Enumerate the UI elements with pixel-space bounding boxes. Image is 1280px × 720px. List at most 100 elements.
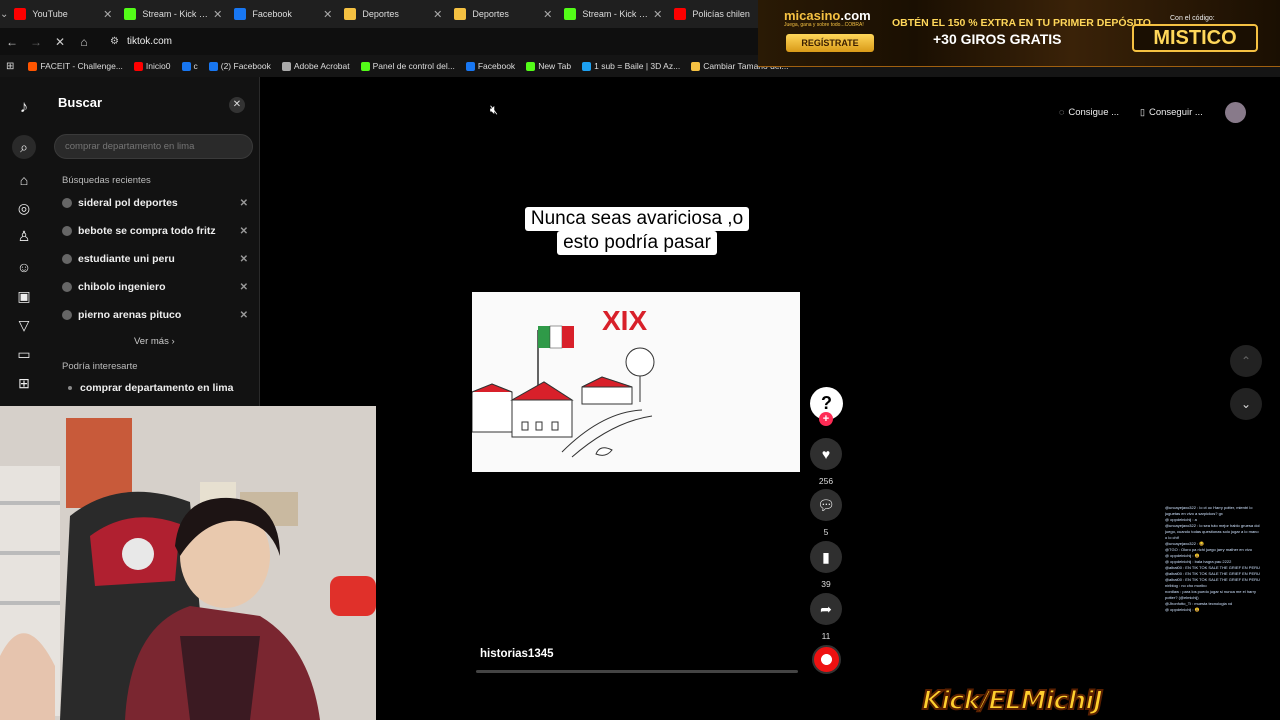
music-disc-icon[interactable] <box>812 645 841 674</box>
browser-tab[interactable]: Deportes ✕ <box>448 1 558 27</box>
browser-tab[interactable]: Deportes ✕ <box>338 1 448 27</box>
upload-icon[interactable]: ▽ <box>14 315 34 335</box>
get-app-button[interactable]: ▯ Conseguir ... <box>1140 100 1203 124</box>
comment-icon[interactable]: 💬︎ <box>810 489 842 521</box>
chevron-up-icon[interactable]: ⌃ <box>1230 345 1262 377</box>
bookmark-favicon-icon <box>208 61 218 71</box>
favicon-icon <box>454 8 467 20</box>
like-action[interactable]: ♥ 256 <box>810 438 842 486</box>
remove-icon[interactable]: ✕ <box>240 254 248 265</box>
search-panel: Buscar ✕ Búsquedas recientes sideral pol… <box>48 77 260 407</box>
reload-icon[interactable]: ✕ <box>48 35 72 49</box>
favicon-icon <box>14 8 27 20</box>
recent-search-item[interactable]: chibolo ingeniero ✕ <box>62 279 248 295</box>
save-action[interactable]: ▮ 39 <box>810 541 842 589</box>
bookmark-item[interactable]: New Tab <box>526 61 571 71</box>
browser-tab[interactable]: Stream - Kick Das ✕ <box>558 1 668 27</box>
favicon-icon <box>344 8 357 20</box>
close-icon[interactable]: ✕ <box>229 97 245 113</box>
history-icon <box>62 310 72 320</box>
search-icon[interactable]: ⌕ <box>12 135 36 159</box>
suggestions-heading: Podría interesarte <box>62 361 138 372</box>
favicon-icon <box>234 8 247 20</box>
bookmark-item[interactable]: c <box>181 61 198 71</box>
bookmark-favicon-icon <box>281 61 291 71</box>
tab-search-icon[interactable]: ⌄ <box>0 9 8 20</box>
bookmark-item[interactable]: Panel de control del... <box>360 61 455 71</box>
share-action[interactable]: ➦ 11 <box>810 593 842 641</box>
profile-avatar[interactable] <box>1225 102 1246 123</box>
video-caption: Nunca seas avariciosa ,o esto podría pas… <box>508 207 766 255</box>
bookmark-item[interactable]: Inicio0 <box>133 61 171 71</box>
bookmark-item[interactable]: Adobe Acrobat <box>281 61 350 71</box>
video-username[interactable]: historias1345 <box>480 648 554 660</box>
recent-search-item[interactable]: pierno arenas pituco ✕ <box>62 307 248 323</box>
home-icon[interactable]: ⌂ <box>14 170 34 190</box>
tiktok-logo-icon[interactable]: ♪ <box>14 97 34 117</box>
recent-search-item[interactable]: sideral pol deportes ✕ <box>62 195 248 211</box>
apps-icon[interactable]: ⊞ <box>6 61 14 72</box>
close-icon[interactable]: ✕ <box>323 8 332 21</box>
casino-ad-banner[interactable]: micasino.com Juega, gana y sobre todo...… <box>758 0 1280 67</box>
add-icon[interactable]: ⊞ <box>14 373 34 393</box>
follow-button[interactable]: + <box>819 412 833 426</box>
bookmark-item[interactable]: FACEIT - Challenge... <box>28 61 123 71</box>
share-icon[interactable]: ➦ <box>810 593 842 625</box>
chevron-down-icon[interactable]: ⌄ <box>1230 388 1262 420</box>
search-input[interactable] <box>54 134 253 159</box>
remove-icon[interactable]: ✕ <box>240 226 248 237</box>
remove-icon[interactable]: ✕ <box>240 198 248 209</box>
ad-logo: micasino.com <box>784 8 871 23</box>
close-icon[interactable]: ✕ <box>103 8 112 21</box>
forward-icon[interactable]: → <box>24 35 48 49</box>
ad-register-button[interactable]: REGÍSTRATE <box>786 34 874 52</box>
home-icon[interactable]: ⌂ <box>72 35 96 49</box>
friends-icon[interactable]: ☺ <box>14 257 34 277</box>
close-icon[interactable]: ✕ <box>433 8 442 21</box>
share-count: 11 <box>821 631 831 641</box>
recent-search-item[interactable]: bebote se compra todo fritz ✕ <box>62 223 248 239</box>
browser-tab[interactable]: YouTube ✕ <box>8 1 118 27</box>
bookmark-icon[interactable]: ▮ <box>810 541 842 573</box>
bookmark-item[interactable]: Facebook <box>465 61 515 71</box>
favicon-icon <box>124 8 137 20</box>
recent-searches-heading: Búsquedas recientes <box>62 175 151 186</box>
ad-tagline: Juega, gana y sobre todo...COBRA! <box>784 22 864 28</box>
bookmark-favicon-icon <box>582 61 592 71</box>
remove-icon[interactable]: ✕ <box>240 282 248 293</box>
following-icon[interactable]: ♙ <box>14 226 34 246</box>
comment-action[interactable]: 💬︎ 5 <box>810 489 842 537</box>
explore-icon[interactable]: ◎ <box>14 198 34 218</box>
live-icon[interactable]: ▣ <box>14 286 34 306</box>
mute-icon[interactable]: 🔇︎ <box>484 102 504 122</box>
url-field[interactable]: ⚙ tiktok.com <box>104 31 760 53</box>
bookmark-favicon-icon <box>181 61 191 71</box>
video-progress-bar[interactable] <box>476 670 798 673</box>
comment-count: 5 <box>823 527 829 537</box>
video-frame[interactable]: XIX <box>471 292 800 472</box>
back-icon[interactable]: ← <box>0 35 24 49</box>
messages-icon[interactable]: ▭ <box>14 344 34 364</box>
chevron-down-icon: › <box>171 336 175 347</box>
bookmark-favicon-icon <box>28 61 38 71</box>
remove-icon[interactable]: ✕ <box>240 310 248 321</box>
history-icon <box>62 226 72 236</box>
close-icon[interactable]: ✕ <box>653 8 662 21</box>
browser-tab[interactable]: Stream - Kick Das ✕ <box>118 1 228 27</box>
bookmark-favicon-icon <box>465 61 475 71</box>
get-coins-button[interactable]: ◌ Consigue ... <box>1059 100 1119 124</box>
heart-icon[interactable]: ♥ <box>810 438 842 470</box>
browser-tab[interactable]: Facebook ✕ <box>228 1 338 27</box>
bookmark-item[interactable]: (2) Facebook <box>208 61 271 71</box>
ad-offer-line2: +30 GIROS GRATIS <box>933 31 1062 47</box>
close-icon[interactable]: ✕ <box>543 8 552 21</box>
close-icon[interactable]: ✕ <box>213 8 222 21</box>
suggestion-item[interactable]: comprar departamento en lima <box>68 382 233 394</box>
see-more-button[interactable]: Ver más › <box>134 336 175 347</box>
bookmark-item[interactable]: 1 sub = Baile | 3D Az... <box>582 61 680 71</box>
bookmark-favicon-icon <box>691 61 701 71</box>
site-info-icon[interactable]: ⚙ <box>110 36 119 47</box>
favicon-icon <box>674 8 687 20</box>
recent-search-item[interactable]: estudiante uni peru ✕ <box>62 251 248 267</box>
bookmark-favicon-icon <box>526 61 536 71</box>
